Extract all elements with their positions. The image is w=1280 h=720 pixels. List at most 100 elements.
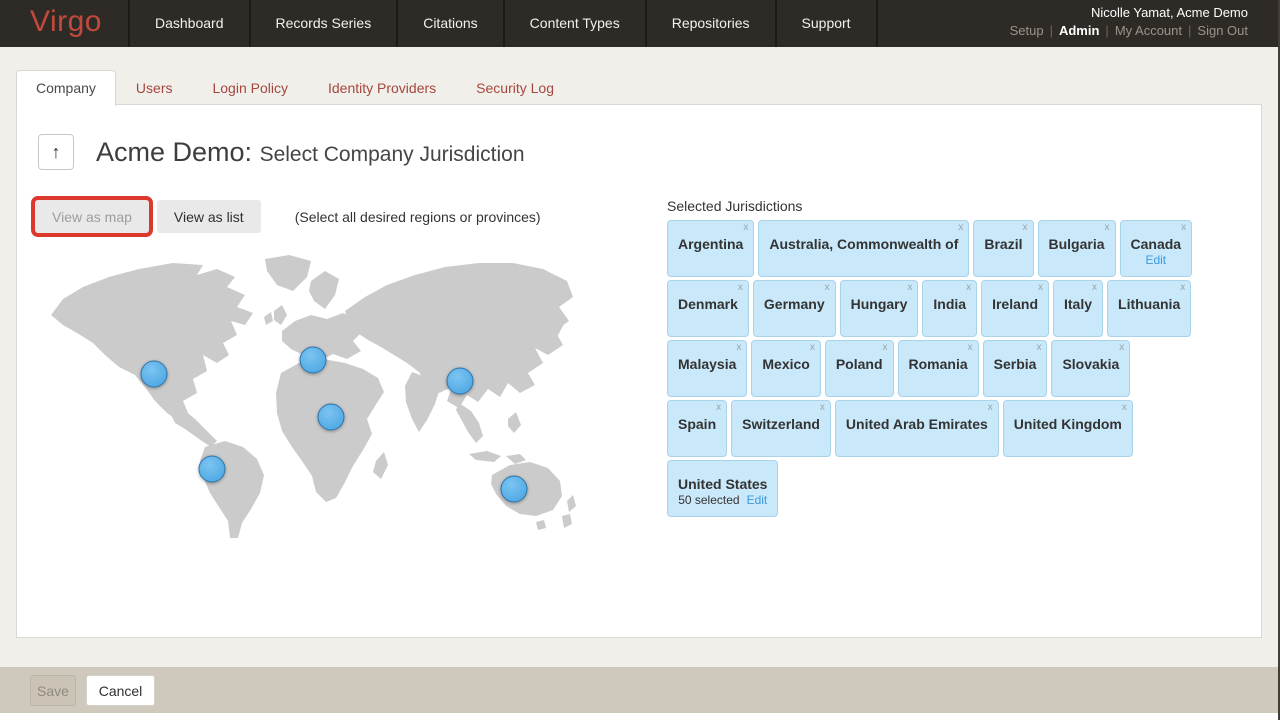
remove-icon[interactable]: x [968, 342, 973, 353]
tab-login-policy[interactable]: Login Policy [192, 70, 308, 106]
world-map[interactable] [31, 251, 576, 541]
remove-icon[interactable]: x [1181, 222, 1186, 233]
jurisdiction-chip-ireland[interactable]: xIreland [981, 280, 1049, 337]
jurisdiction-chip-switzerland[interactable]: xSwitzerland [731, 400, 831, 457]
jurisdiction-chip-germany[interactable]: xGermany [753, 280, 836, 337]
nav-item-repositories[interactable]: Repositories [645, 0, 775, 47]
philippines [508, 412, 521, 433]
view-toolbar: View as map View as list (Select all des… [31, 200, 541, 233]
link-separator: | [1099, 23, 1114, 38]
jurisdiction-chip-serbia[interactable]: x Serbia [983, 340, 1048, 397]
jurisdiction-name: Serbia [994, 356, 1037, 372]
jurisdiction-name: Denmark [678, 296, 738, 312]
remove-icon[interactable]: x [716, 402, 721, 413]
jurisdiction-name: India [933, 296, 966, 312]
remove-icon[interactable]: x [1092, 282, 1097, 293]
nav-item-content-types[interactable]: Content Types [503, 0, 645, 47]
settings-tabs: CompanyUsersLogin PolicyIdentity Provide… [16, 70, 574, 106]
remove-icon[interactable]: x [966, 282, 971, 293]
jurisdiction-chip-spain[interactable]: xSpain [667, 400, 727, 457]
map-marker-africa[interactable] [317, 403, 344, 430]
company-name: Acme Demo: [96, 137, 252, 167]
collapse-up-button[interactable]: ↑ [38, 134, 74, 170]
user-link-admin[interactable]: Admin [1059, 23, 1099, 38]
remove-icon[interactable]: x [820, 402, 825, 413]
remove-icon[interactable]: x [738, 282, 743, 293]
tab-users[interactable]: Users [116, 70, 193, 106]
new-zealand-north [567, 495, 576, 512]
jurisdiction-name: Bulgaria [1049, 236, 1105, 252]
edit-link[interactable]: Edit [747, 493, 768, 507]
jurisdiction-name: Spain [678, 416, 716, 432]
nav-item-citations[interactable]: Citations [396, 0, 502, 47]
jurisdiction-chip-united-states[interactable]: United States50 selectedEdit [667, 460, 778, 517]
jurisdiction-name: United Kingdom [1014, 416, 1122, 432]
tab-identity-providers[interactable]: Identity Providers [308, 70, 456, 106]
remove-icon[interactable]: x [1122, 402, 1127, 413]
user-link-sign-out[interactable]: Sign Out [1197, 23, 1248, 38]
map-marker-south-america[interactable] [198, 456, 225, 483]
remove-icon[interactable]: x [1038, 282, 1043, 293]
tab-security-log[interactable]: Security Log [456, 70, 574, 106]
indonesia-1 [469, 451, 501, 462]
tab-company[interactable]: Company [16, 70, 116, 106]
jurisdiction-chip-india[interactable]: xIndia [922, 280, 977, 337]
jurisdiction-chip-brazil[interactable]: xBrazil [973, 220, 1033, 277]
user-name: Nicolle Yamat, Acme Demo [1010, 5, 1248, 20]
jurisdiction-name: Slovakia [1062, 356, 1119, 372]
remove-icon[interactable]: x [1180, 282, 1185, 293]
map-marker-asia[interactable] [446, 367, 473, 394]
jurisdiction-name: United States [678, 476, 767, 492]
jurisdiction-chip-romania[interactable]: xRomania [898, 340, 979, 397]
jurisdiction-chip-canada[interactable]: xCanadaEdit [1120, 220, 1193, 277]
jurisdiction-chip-italy[interactable]: xItaly [1053, 280, 1103, 337]
jurisdiction-chip-australia-commonwealth-of[interactable]: xAustralia, Commonwealth of [758, 220, 969, 277]
ireland [264, 312, 273, 325]
nav-item-support[interactable]: Support [775, 0, 878, 47]
nav-item-dashboard[interactable]: Dashboard [128, 0, 249, 47]
nav-item-records-series[interactable]: Records Series [249, 0, 397, 47]
jurisdiction-chip-bulgaria[interactable]: xBulgaria [1038, 220, 1116, 277]
jurisdiction-chip-denmark[interactable]: xDenmark [667, 280, 749, 337]
jurisdiction-chip-lithuania[interactable]: xLithuania [1107, 280, 1191, 337]
jurisdiction-chip-united-arab-emirates[interactable]: xUnited Arab Emirates [835, 400, 999, 457]
remove-icon[interactable]: x [825, 282, 830, 293]
map-marker-australia[interactable] [500, 476, 527, 503]
content-panel: ↑ Acme Demo: Select Company Jurisdiction… [16, 104, 1262, 638]
jurisdiction-name: Mexico [762, 356, 809, 372]
jurisdiction-detail: Edit [1131, 253, 1182, 267]
view-as-list-button[interactable]: View as list [157, 200, 261, 233]
jurisdiction-chip-united-kingdom[interactable]: xUnited Kingdom [1003, 400, 1133, 457]
map-marker-europe[interactable] [299, 347, 326, 374]
selected-jurisdictions-panel: Selected Jurisdictions xArgentinaxAustra… [667, 198, 1197, 520]
user-link-my-account[interactable]: My Account [1115, 23, 1182, 38]
remove-icon[interactable]: x [736, 342, 741, 353]
remove-icon[interactable]: x [1036, 342, 1041, 353]
remove-icon[interactable]: x [1119, 342, 1124, 353]
remove-icon[interactable]: x [958, 222, 963, 233]
user-links: Setup|Admin|My Account|Sign Out [1010, 23, 1248, 38]
cancel-button[interactable]: Cancel [86, 675, 155, 706]
remove-icon[interactable]: x [907, 282, 912, 293]
jurisdiction-chip-argentina[interactable]: xArgentina [667, 220, 754, 277]
jurisdiction-chip-malaysia[interactable]: xMalaysia [667, 340, 747, 397]
remove-icon[interactable]: x [810, 342, 815, 353]
greenland [265, 255, 311, 291]
remove-icon[interactable]: x [1105, 222, 1110, 233]
jurisdiction-chip-slovakia[interactable]: xSlovakia [1051, 340, 1130, 397]
remove-icon[interactable]: x [743, 222, 748, 233]
jurisdiction-chip-hungary[interactable]: xHungary [840, 280, 919, 337]
remove-icon[interactable]: x [883, 342, 888, 353]
jurisdiction-chip-poland[interactable]: xPoland [825, 340, 894, 397]
map-marker-north-america[interactable] [141, 360, 168, 387]
jurisdiction-chip-mexico[interactable]: xMexico [751, 340, 820, 397]
app-logo[interactable]: Virgo [0, 5, 128, 43]
user-link-setup[interactable]: Setup [1010, 23, 1044, 38]
jurisdiction-name: Lithuania [1118, 296, 1180, 312]
edit-link[interactable]: Edit [1145, 253, 1166, 267]
remove-icon[interactable]: x [1023, 222, 1028, 233]
view-as-map-button[interactable]: View as map [35, 200, 149, 233]
remove-icon[interactable]: x [988, 402, 993, 413]
save-button[interactable]: Save [30, 675, 76, 706]
jurisdiction-name: Italy [1064, 296, 1092, 312]
